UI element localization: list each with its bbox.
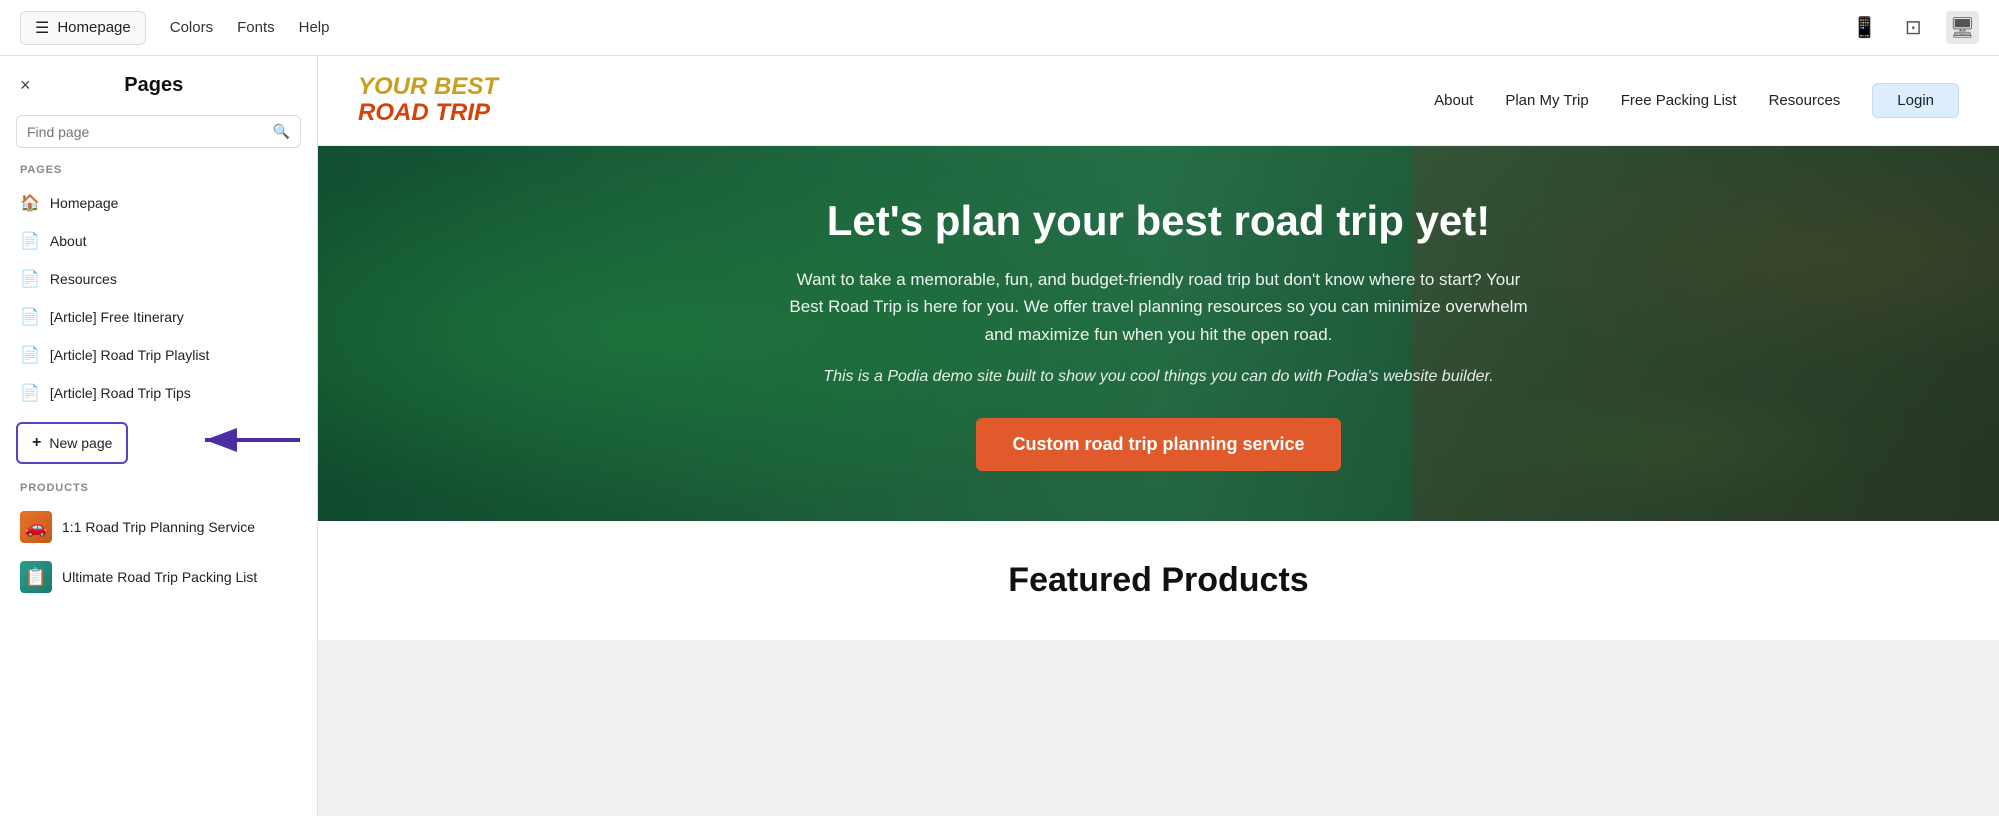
hero-cta-button[interactable]: Custom road trip planning service — [976, 418, 1340, 471]
homepage-button[interactable]: ☰ Homepage — [20, 11, 146, 45]
hamburger-icon: ☰ — [35, 18, 49, 38]
homepage-label: Homepage — [57, 19, 130, 36]
nav-packing[interactable]: Free Packing List — [1621, 92, 1737, 109]
sidebar: × Pages 🔍 PAGES 🏠 Homepage ⚙ 📄 About ⚙ 📄… — [0, 56, 318, 816]
products-section-label: PRODUCTS — [0, 482, 317, 502]
site-nav-links: About Plan My Trip Free Packing List Res… — [1434, 83, 1959, 118]
sidebar-item-about[interactable]: 📄 About ⚙ — [0, 222, 317, 260]
featured-title: Featured Products — [378, 561, 1939, 600]
close-button[interactable]: × — [20, 75, 31, 96]
main-layout: × Pages 🔍 PAGES 🏠 Homepage ⚙ 📄 About ⚙ 📄… — [0, 56, 1999, 816]
sidebar-item-playlist[interactable]: 📄 [Article] Road Trip Playlist ⚙ — [0, 336, 317, 374]
hero-note: This is a Podia demo site built to show … — [784, 368, 1534, 386]
hero-section: Let's plan your best road trip yet! Want… — [318, 146, 1999, 521]
page-name-free-itinerary: [Article] Free Itinerary — [50, 309, 275, 325]
page-name-tips: [Article] Road Trip Tips — [50, 385, 275, 401]
page-name-about: About — [50, 233, 275, 249]
new-page-label: New page — [49, 435, 112, 451]
device-controls: 📱 ⊡ 🖥 — [1848, 11, 1979, 44]
login-button[interactable]: Login — [1872, 83, 1959, 118]
products-section: PRODUCTS 🚗 1:1 Road Trip Planning Servic… — [0, 482, 317, 602]
page-name-playlist: [Article] Road Trip Playlist — [50, 347, 275, 363]
tablet-icon[interactable]: ⊡ — [1901, 11, 1926, 44]
doc-icon-about: 📄 — [20, 231, 40, 251]
sidebar-item-tips[interactable]: 📄 [Article] Road Trip Tips ⚙ — [0, 374, 317, 412]
help-nav[interactable]: Help — [299, 15, 330, 40]
sidebar-item-free-itinerary[interactable]: 📄 [Article] Free Itinerary ⚙ — [0, 298, 317, 336]
website-preview: YOUR BEST ROAD TRIP About Plan My Trip F… — [318, 56, 1999, 640]
home-icon: 🏠 — [20, 193, 40, 213]
sidebar-header: × Pages — [0, 56, 317, 107]
nav-plan[interactable]: Plan My Trip — [1505, 92, 1588, 109]
doc-icon-tips: 📄 — [20, 383, 40, 403]
logo-line2: ROAD TRIP — [358, 100, 498, 126]
annotation-arrow — [195, 418, 305, 462]
product-thumb-packing: 📋 — [20, 561, 52, 593]
site-nav: YOUR BEST ROAD TRIP About Plan My Trip F… — [318, 56, 1999, 146]
doc-icon-resources: 📄 — [20, 269, 40, 289]
pages-section-label: PAGES — [0, 164, 317, 184]
site-logo: YOUR BEST ROAD TRIP — [358, 74, 498, 127]
search-box[interactable]: 🔍 — [16, 115, 301, 148]
content-area: YOUR BEST ROAD TRIP About Plan My Trip F… — [318, 56, 1999, 816]
doc-icon-free-itinerary: 📄 — [20, 307, 40, 327]
logo-line1: YOUR BEST — [358, 74, 498, 100]
hero-content: Let's plan your best road trip yet! Want… — [784, 196, 1534, 471]
page-name-resources: Resources — [50, 271, 275, 287]
nav-resources[interactable]: Resources — [1769, 92, 1841, 109]
pages-title: Pages — [124, 74, 183, 97]
product-item-packing[interactable]: 📋 Ultimate Road Trip Packing List ⚙ — [0, 552, 317, 602]
top-bar: ☰ Homepage Colors Fonts Help 📱 ⊡ 🖥 — [0, 0, 1999, 56]
search-input[interactable] — [27, 124, 267, 140]
page-name-homepage: Homepage — [50, 195, 275, 211]
doc-icon-playlist: 📄 — [20, 345, 40, 365]
product-item-planning[interactable]: 🚗 1:1 Road Trip Planning Service ⚙ — [0, 502, 317, 552]
mobile-icon[interactable]: 📱 — [1848, 11, 1881, 44]
desktop-icon[interactable]: 🖥 — [1946, 11, 1979, 44]
hero-title: Let's plan your best road trip yet! — [784, 196, 1534, 246]
product-name-packing: Ultimate Road Trip Packing List — [62, 569, 274, 585]
hero-subtitle: Want to take a memorable, fun, and budge… — [784, 266, 1534, 348]
product-thumb-planning: 🚗 — [20, 511, 52, 543]
colors-nav[interactable]: Colors — [170, 15, 213, 40]
nav-about[interactable]: About — [1434, 92, 1473, 109]
search-icon: 🔍 — [273, 123, 290, 140]
fonts-nav[interactable]: Fonts — [237, 15, 275, 40]
new-page-button[interactable]: + New page — [16, 422, 128, 464]
sidebar-item-resources[interactable]: 📄 Resources ⚙ — [0, 260, 317, 298]
sidebar-item-homepage[interactable]: 🏠 Homepage ⚙ — [0, 184, 317, 222]
featured-section: Featured Products — [318, 521, 1999, 640]
product-name-planning: 1:1 Road Trip Planning Service — [62, 519, 274, 535]
plus-icon: + — [32, 434, 41, 452]
